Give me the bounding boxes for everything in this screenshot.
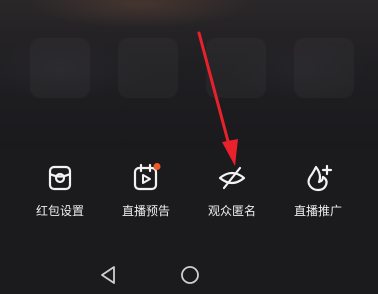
home-circle-icon[interactable] [179,264,201,286]
live-preview-label: 直播预告 [121,204,170,218]
live-promotion-label: 直播推广 [293,204,342,218]
promotion-icon [307,164,333,192]
blurred-thumbnail [30,38,90,98]
audience-anonymous-button[interactable]: 观众匿名 [194,163,270,225]
live-promotion-button[interactable]: 直播推广 [280,163,356,225]
red-packet-settings-label: 红包设置 [35,204,84,218]
live-preview-icon [133,163,161,191]
blurred-thumbnail [294,38,354,98]
live-preview-button[interactable]: 直播预告 [108,163,184,225]
blurred-thumbnail [118,38,178,98]
notification-dot [153,163,161,170]
audience-anonymous-label: 观众匿名 [207,204,256,218]
eye-off-icon [218,166,246,190]
red-packet-settings-button[interactable]: 红包设置 [22,163,98,225]
red-packet-icon [48,165,72,191]
back-triangle-icon[interactable] [97,264,119,286]
blurred-thumbnail [206,38,266,98]
